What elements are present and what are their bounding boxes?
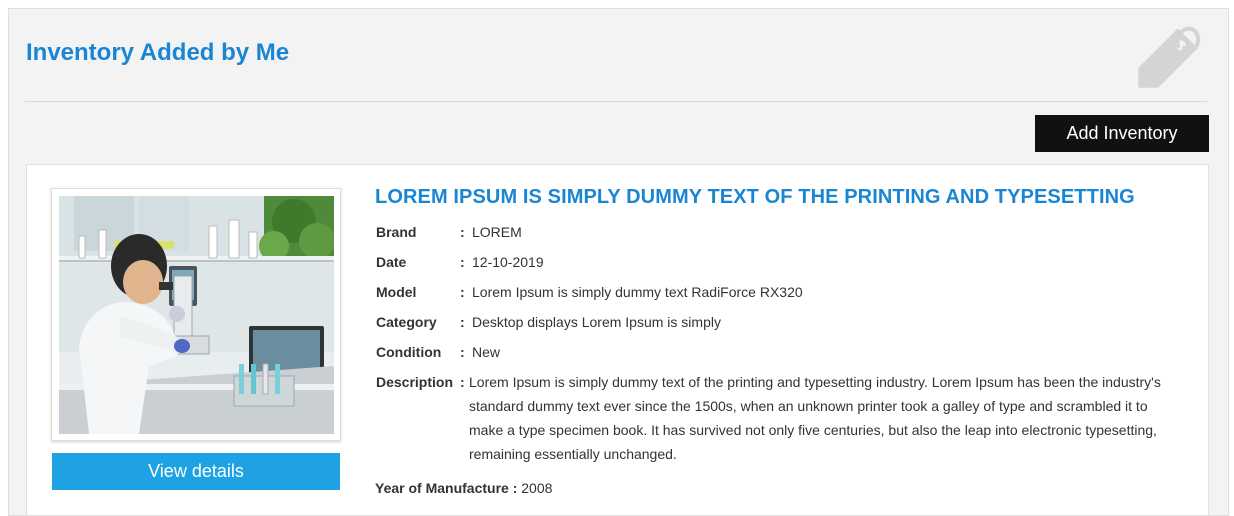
add-inventory-button[interactable]: Add Inventory [1035, 115, 1209, 152]
page-title: Inventory Added by Me [26, 39, 290, 66]
spec-label: Date [376, 254, 407, 270]
spec-colon: : [460, 344, 465, 360]
price-tag-icon [1124, 14, 1212, 102]
spec-colon: : [460, 374, 465, 390]
spec-value: Lorem Ipsum is simply dummy text RadiFor… [472, 284, 803, 300]
spec-colon: : [460, 314, 465, 330]
item-image [51, 188, 341, 441]
spec-value: 12-10-2019 [472, 254, 544, 270]
spec-description: Description : Lorem Ipsum is simply dumm… [376, 370, 1176, 466]
year-label: Year of Manufacture : [375, 480, 518, 496]
spec-label: Category [376, 314, 437, 330]
spec-colon: : [460, 224, 465, 240]
spec-value: New [472, 344, 501, 360]
inventory-card: View details LOREM IPSUM IS SIMPLY DUMMY… [26, 164, 1209, 516]
spec-colon: : [460, 284, 465, 300]
view-details-button[interactable]: View details [52, 453, 340, 490]
spec-category: Category : Desktop displays Lorem Ipsum … [376, 307, 1176, 337]
spec-label: Model [376, 284, 417, 300]
spec-value: LOREM [472, 224, 522, 240]
spec-model: Model : Lorem Ipsum is simply dummy text… [376, 277, 1176, 307]
header-divider [25, 101, 1207, 102]
inventory-panel: Inventory Added by Me Add Inventory View… [8, 8, 1229, 516]
lab-scientist-photo [59, 196, 334, 434]
item-specs: Brand : LOREM Date : 12-10-2019 Model : … [376, 217, 1176, 466]
description-label: Description [376, 374, 454, 390]
spec-label: Brand [376, 224, 417, 240]
description-text: Lorem Ipsum is simply dummy text of the … [469, 374, 1161, 462]
spec-value: Desktop displays Lorem Ipsum is simply [472, 314, 721, 330]
spec-condition: Condition : New [376, 337, 1176, 367]
spec-colon: : [460, 254, 465, 270]
year-value: 2008 [521, 480, 553, 496]
spec-date: Date : 12-10-2019 [376, 247, 1176, 277]
year-of-manufacture: Year of Manufacture : 2008 [375, 480, 552, 496]
spec-brand: Brand : LOREM [376, 217, 1176, 247]
item-title: LOREM IPSUM IS SIMPLY DUMMY TEXT OF THE … [375, 186, 1135, 208]
spec-label: Condition [376, 344, 442, 360]
